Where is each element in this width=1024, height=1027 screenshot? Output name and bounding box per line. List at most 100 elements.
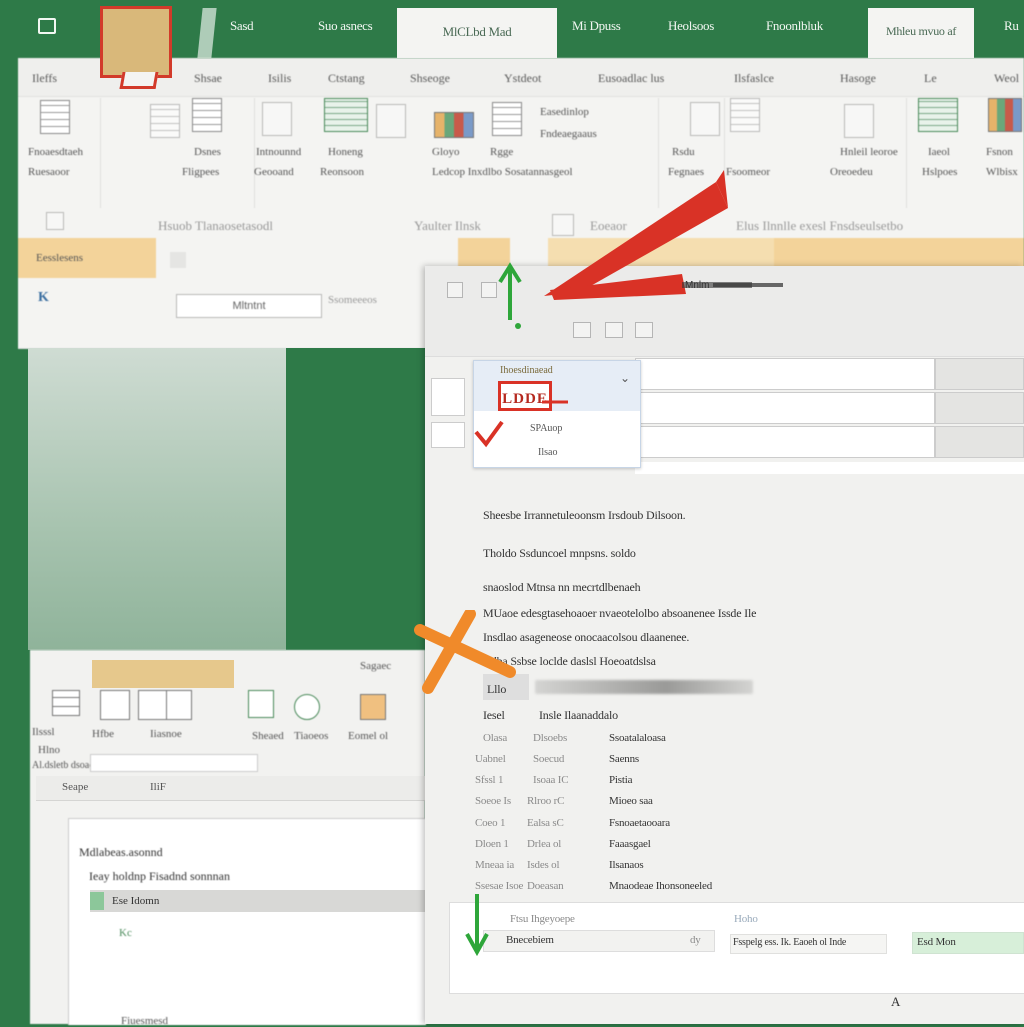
image-icon[interactable] xyxy=(248,690,274,718)
highlight-range-right[interactable] xyxy=(774,238,1024,268)
settings-icon[interactable] xyxy=(573,322,591,338)
ribbon-lower-options-label: Elus Ilnnlle exesl Fnsdseulsetbo xyxy=(736,218,904,233)
form-icon[interactable] xyxy=(192,98,222,132)
bottom-orange-highlight[interactable] xyxy=(92,660,234,688)
ribbon-label: Reonsoon xyxy=(320,166,364,178)
sheet-toolbar-label[interactable]: IliF xyxy=(150,781,166,793)
ribbon-tab[interactable]: Le xyxy=(924,71,937,86)
table-cell: Mnaodeae Ihonsoneeled xyxy=(609,880,713,892)
table-cell: Isdes ol xyxy=(527,859,560,871)
field-icon[interactable] xyxy=(100,690,130,720)
tab-2-active[interactable]: MlCLbd Mad xyxy=(397,8,557,58)
back-icon[interactable] xyxy=(447,282,463,298)
ribbon-tab[interactable]: Isilis xyxy=(268,71,291,86)
table-cell: Dlsoebs xyxy=(533,732,568,744)
ribbon-tab[interactable]: Weol xyxy=(994,71,1019,86)
field-row[interactable] xyxy=(635,426,935,458)
sheet-toolbar-label[interactable]: Seape xyxy=(62,781,88,793)
footer-option-button[interactable]: Fsspelg ess. Ik. Eaoeh ol Inde xyxy=(730,934,887,954)
toggle-label[interactable]: K xyxy=(38,290,49,306)
ribbon-label: Rsdu xyxy=(672,146,695,158)
field-row[interactable] xyxy=(635,358,935,390)
table-cell: Soecud xyxy=(533,753,565,765)
ribbon-label: Fnoaesdtaeh xyxy=(28,146,83,158)
chevron-icon[interactable]: ⌄ xyxy=(620,371,630,385)
ribbon-label: Dsnes xyxy=(194,146,221,158)
textbox-icon[interactable] xyxy=(844,104,874,138)
field-icon[interactable] xyxy=(166,690,192,720)
group-separator xyxy=(254,98,255,208)
tab-divider xyxy=(197,8,217,58)
tab-5[interactable]: Fnoonlbluk xyxy=(766,18,823,44)
field-cell[interactable] xyxy=(935,392,1024,424)
sheet-selected-row[interactable]: Ese Idomn xyxy=(90,890,425,912)
bottom-label: Hlno xyxy=(38,744,60,756)
ribbon-lower-field-label: Hsuob Tlanaosetasodl xyxy=(158,218,273,233)
ribbon-tab[interactable]: Ilsfaslce xyxy=(734,71,774,86)
table-icon[interactable] xyxy=(40,100,70,134)
ribbon-name-box[interactable]: Mltntnt xyxy=(176,294,322,318)
list-icon[interactable] xyxy=(492,102,522,136)
frame-icon[interactable] xyxy=(46,212,64,230)
table-grid-icon[interactable] xyxy=(52,690,80,716)
field-cell[interactable] xyxy=(935,358,1024,390)
side-widget[interactable] xyxy=(431,378,465,416)
picture-icon[interactable] xyxy=(262,102,292,136)
tab-4[interactable]: Heolsoos xyxy=(668,18,714,44)
dialog-line: Sheesbe Irrannetuleoonsm Irsdoub Dilsoon… xyxy=(483,508,686,522)
table-cell: Ealsa sC xyxy=(527,817,564,829)
table-cell: Coeo 1 xyxy=(475,817,506,829)
ribbon-tab[interactable]: Ystdeot xyxy=(504,71,541,86)
field-cell[interactable] xyxy=(935,426,1024,458)
row-marker xyxy=(90,892,104,910)
footer-confirm-button[interactable]: Esd Mon xyxy=(912,932,1024,954)
tools-icon[interactable] xyxy=(605,322,623,338)
slicer-icon[interactable] xyxy=(730,98,760,132)
ribbon-tab[interactable]: Shsae xyxy=(194,71,222,86)
field-icon[interactable] xyxy=(138,690,168,720)
spreadsheet-icon[interactable] xyxy=(324,98,368,132)
ribbon-tab[interactable]: Hasoge xyxy=(840,71,876,86)
cell-handle[interactable] xyxy=(170,252,186,268)
ribbon-tab[interactable]: Ileffs xyxy=(32,71,57,86)
tab-6[interactable]: Mhleu mvuo af xyxy=(868,8,974,58)
bottom-search-input[interactable] xyxy=(90,754,258,772)
left-preview-panel xyxy=(28,348,286,650)
chart-icon[interactable] xyxy=(434,112,474,138)
field-list xyxy=(635,358,1024,478)
green-arrow-annotation xyxy=(498,262,522,329)
person-icon[interactable] xyxy=(294,694,320,720)
table-cell: Ssoatalaloasa xyxy=(609,732,666,744)
corner-label: A xyxy=(891,994,901,1009)
save-icon[interactable] xyxy=(38,18,56,34)
ribbon-tab[interactable]: Shseoge xyxy=(410,71,450,86)
folder-icon[interactable] xyxy=(360,694,386,720)
ribbon-tab[interactable]: Eusoadlac lus xyxy=(598,71,664,86)
tab-0[interactable]: Sasd xyxy=(230,18,254,44)
symbol-icon[interactable] xyxy=(988,98,1022,132)
ribbon-label: Hnleil leoroe xyxy=(840,146,898,158)
tab-1[interactable]: Suo asnecs xyxy=(318,18,373,44)
ribbon-tab[interactable]: Ctstang xyxy=(328,71,365,86)
pivot-icon[interactable] xyxy=(150,104,180,138)
side-widget[interactable] xyxy=(431,422,465,448)
tab-3[interactable]: Mi Dpuss xyxy=(572,18,621,44)
ribbon-label: Oreoedeu xyxy=(830,166,873,178)
sparkline-icon[interactable] xyxy=(690,102,720,136)
file-menu-button[interactable] xyxy=(100,6,172,78)
red-tick-annotation xyxy=(474,400,568,448)
tab-7[interactable]: Ru xyxy=(1004,18,1019,44)
footer-input[interactable]: Bnecebiem dy xyxy=(483,930,715,952)
field-row[interactable] xyxy=(635,392,935,424)
table-cell: Ilsanaos xyxy=(609,859,644,871)
sheet-area[interactable]: Mdlabeas.asonnd Ieay holdnp Fisadnd sonn… xyxy=(68,818,426,1027)
header-icon[interactable] xyxy=(918,98,958,132)
dialog-line: Tholdo Ssduncoel mnpsns. soldo xyxy=(483,546,636,560)
table-cell: Faaasgael xyxy=(609,838,651,850)
filter-icon[interactable] xyxy=(635,322,653,338)
red-arrow-annotation xyxy=(544,170,752,300)
shape-icon[interactable] xyxy=(376,104,406,138)
ribbon-label: Honeng xyxy=(328,146,363,158)
group-separator xyxy=(100,98,101,208)
table-cell: Rlroo rC xyxy=(527,795,565,807)
